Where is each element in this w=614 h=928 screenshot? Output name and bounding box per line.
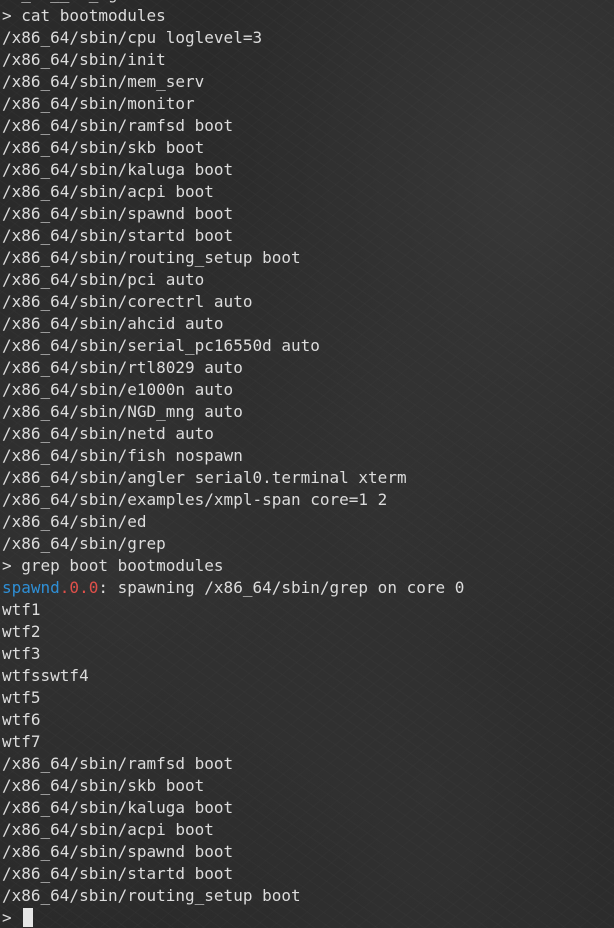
line-text: /x86_64/sbin/startd boot [2,864,234,883]
line-text: wtfsswtf4 [2,666,89,685]
terminal-line: /x86_64/sbin/grep [2,533,464,555]
terminal-line: /x86_64/sbin/kaluga boot [2,159,464,181]
terminal-line: spawnd.0.0: spawning /x86_64/sbin/grep o… [2,577,464,599]
line-text: /x86_64/sbin/routing_setup boot [2,886,301,905]
line-text: /x86_64/sbin/ahcid auto [2,314,224,333]
line-text: wtf7 [2,732,41,751]
line-text: > cat bootmodules [2,6,166,25]
terminal-line: /x86_64/sbin/mem_serv [2,71,464,93]
terminal-line: /x86_64/sbin/netd auto [2,423,464,445]
terminal-line: /x86_64/sbin/startd boot [2,225,464,247]
terminal-line: /x86_64/sbin/skb boot [2,775,464,797]
line-text: /x86_64/sbin/init [2,50,166,69]
terminal-line: /x86_64/sbin/kaluga boot [2,797,464,819]
line-text: /x86_64/sbin/pci auto [2,270,205,289]
terminal-line: /x86_64/sbin/rtl8029 auto [2,357,464,379]
prompt-symbol: > [2,908,12,927]
terminal-line: wtf3 [2,643,464,665]
cursor[interactable] [23,908,34,927]
line-text: /x86_64/sbin/skb boot [2,776,205,795]
line-text: wtf2 [2,622,41,641]
line-text: /x86_64/sbin/NGD_mng auto [2,402,243,421]
line-text: /x86_64/sbin/acpi boot [2,182,214,201]
terminal-line: /x86_64/sbin/init [2,49,464,71]
terminal-line: /x86_64/sbin/spawnd boot [2,841,464,863]
terminal-line: /x86_64/sbin/ahcid auto [2,313,464,335]
terminal-line: /x86_64/sbin/routing_setup boot [2,885,464,907]
terminal-line: wtf2 [2,621,464,643]
line-text: > grep boot bootmodules [2,556,224,575]
terminal-line: /x86_64/sbin/fish nospawn [2,445,464,467]
terminal-window[interactable]: _ __ _ g > cat bootmodules/x86_64/sbin/cp… [0,0,614,928]
service-name: spawnd [2,578,60,597]
terminal-line: /x86_64/sbin/acpi boot [2,181,464,203]
terminal-line: /x86_64/sbin/NGD_mng auto [2,401,464,423]
prompt-spacer [12,908,22,927]
terminal-line: /x86_64/sbin/cpu loglevel=3 [2,27,464,49]
line-text: _ __ _ g [2,0,117,3]
line-text: /x86_64/sbin/ramfsd boot [2,116,234,135]
line-text: wtf3 [2,644,41,663]
terminal-line: /x86_64/sbin/ramfsd boot [2,115,464,137]
line-text: /x86_64/sbin/e1000n auto [2,380,234,399]
terminal-line: > cat bootmodules [2,5,464,27]
terminal-line: /x86_64/sbin/startd boot [2,863,464,885]
line-text: /x86_64/sbin/acpi boot [2,820,214,839]
line-text: wtf1 [2,600,41,619]
terminal-line: /x86_64/sbin/pci auto [2,269,464,291]
terminal-line: /x86_64/sbin/routing_setup boot [2,247,464,269]
service-id: .0.0 [59,578,99,597]
terminal-line: /x86_64/sbin/ramfsd boot [2,753,464,775]
line-text: /x86_64/sbin/serial_pc16550d auto [2,336,320,355]
line-text: /x86_64/sbin/cpu loglevel=3 [2,28,263,47]
line-text: /x86_64/sbin/startd boot [2,226,234,245]
line-text: /x86_64/sbin/kaluga boot [2,160,234,179]
terminal-line: /x86_64/sbin/ed [2,511,464,533]
line-text: /x86_64/sbin/routing_setup boot [2,248,301,267]
line-text: /x86_64/sbin/kaluga boot [2,798,234,817]
line-text: /x86_64/sbin/rtl8029 auto [2,358,243,377]
line-text: /x86_64/sbin/spawnd boot [2,204,234,223]
line-text: /x86_64/sbin/grep [2,534,166,553]
terminal-line: /x86_64/sbin/monitor [2,93,464,115]
line-text: /x86_64/sbin/ed [2,512,147,531]
terminal-line: /x86_64/sbin/acpi boot [2,819,464,841]
terminal-line: wtf6 [2,709,464,731]
line-text: /x86_64/sbin/angler serial0.terminal xte… [2,468,407,487]
prompt-line[interactable]: > [2,907,464,928]
terminal-line: /x86_64/sbin/e1000n auto [2,379,464,401]
line-text: /x86_64/sbin/netd auto [2,424,214,443]
service-message: : spawning /x86_64/sbin/grep on core 0 [98,578,465,597]
line-text: /x86_64/sbin/corectrl auto [2,292,253,311]
terminal-line: /x86_64/sbin/corectrl auto [2,291,464,313]
line-text: wtf5 [2,688,41,707]
terminal-output: _ __ _ g > cat bootmodules/x86_64/sbin/cp… [2,0,464,928]
terminal-line: wtf1 [2,599,464,621]
line-text: /x86_64/sbin/ramfsd boot [2,754,234,773]
terminal-line: /x86_64/sbin/spawnd boot [2,203,464,225]
terminal-line: /x86_64/sbin/skb boot [2,137,464,159]
terminal-line: > grep boot bootmodules [2,555,464,577]
line-text: wtf6 [2,710,41,729]
terminal-line: /x86_64/sbin/angler serial0.terminal xte… [2,467,464,489]
line-text: /x86_64/sbin/spawnd boot [2,842,234,861]
line-text: /x86_64/sbin/fish nospawn [2,446,243,465]
line-text: /x86_64/sbin/examples/xmpl-span core=1 2 [2,490,388,509]
line-text: /x86_64/sbin/monitor [2,94,195,113]
terminal-line: /x86_64/sbin/examples/xmpl-span core=1 2 [2,489,464,511]
terminal-line: /x86_64/sbin/serial_pc16550d auto [2,335,464,357]
line-text: /x86_64/sbin/skb boot [2,138,205,157]
terminal-line: wtf7 [2,731,464,753]
terminal-line: wtfsswtf4 [2,665,464,687]
line-text: /x86_64/sbin/mem_serv [2,72,205,91]
terminal-line: wtf5 [2,687,464,709]
